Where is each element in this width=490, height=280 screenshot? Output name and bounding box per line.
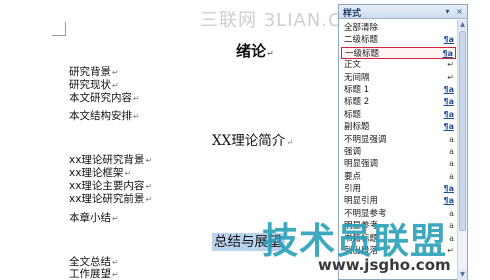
page-corner-mark <box>52 22 66 36</box>
styles-pane-titlebar[interactable]: 样式 ▾ × <box>339 5 467 19</box>
doc-line[interactable]: 研究背景↵ <box>69 66 119 79</box>
linked-style-icon: ¶a <box>442 48 454 58</box>
style-item-clear-all[interactable]: 全部清除 <box>341 22 456 34</box>
paragraph-style-icon: ↵ <box>447 60 454 70</box>
linked-style-icon: ¶a <box>443 84 455 94</box>
doc-line[interactable]: xx理论框架↵ <box>69 167 131 180</box>
styles-pane-scrollbar[interactable]: ▲ ▼ <box>457 20 467 280</box>
style-item-title[interactable]: 标题 ¶a <box>341 109 456 121</box>
right-margin <box>468 0 490 280</box>
style-item-subtle-emphasis[interactable]: 不明显强调 a <box>341 134 456 146</box>
doc-line[interactable]: 本章小结↵ <box>69 212 119 225</box>
styles-pane-title: 样式 <box>343 9 362 19</box>
linked-style-icon: ¶a <box>443 196 455 206</box>
scrollbar-thumb[interactable] <box>459 31 466 231</box>
doc-line[interactable]: xx理论研究前景↵ <box>69 193 152 206</box>
doc-line[interactable]: xx理论研究背景↵ <box>69 154 152 167</box>
doc-line[interactable]: 本文研究内容↵ <box>69 92 140 105</box>
heading-xx-theory[interactable]: XX理论简介↵ <box>212 133 293 151</box>
watermark-url: www.jsgho.com <box>318 256 451 274</box>
style-item-normal[interactable]: 正文 ↵ <box>341 59 456 71</box>
linked-style-icon: ¶a <box>443 122 455 132</box>
character-style-icon: a <box>449 159 454 169</box>
character-style-icon: a <box>449 146 454 156</box>
character-style-icon: a <box>449 171 454 181</box>
style-item-no-spacing[interactable]: 无间隔 ↵ <box>341 72 456 84</box>
scroll-down-arrow-icon[interactable]: ▼ <box>458 270 467 280</box>
doc-line[interactable]: 工作展望↵ <box>69 268 119 280</box>
style-item-emphasis[interactable]: 强调 a <box>341 146 456 158</box>
style-item-heading-1[interactable]: 标题 1 ¶a <box>341 84 456 96</box>
style-item-strong[interactable]: 要点 a <box>341 171 456 183</box>
style-item-subtitle[interactable]: 副标题 ¶a <box>341 121 456 133</box>
character-style-icon: a <box>449 134 454 144</box>
linked-style-icon: ¶a <box>443 109 455 119</box>
paragraph-style-icon: ↵ <box>447 72 454 82</box>
style-item-heading-level-1[interactable]: 一级标题 ¶a <box>341 46 456 60</box>
style-item-heading-level-2[interactable]: 二级标题 ¶a <box>341 34 456 46</box>
character-style-icon: a <box>449 233 454 243</box>
scroll-up-arrow-icon[interactable]: ▲ <box>458 20 467 30</box>
doc-line[interactable]: xx理论主要内容↵ <box>69 180 152 193</box>
linked-style-icon: ¶a <box>443 35 455 45</box>
character-style-icon: a <box>449 221 454 231</box>
linked-style-icon: ¶a <box>443 184 455 194</box>
character-style-icon: a <box>449 208 454 218</box>
close-icon[interactable]: × <box>454 6 465 17</box>
doc-line[interactable]: 本文结构安排↵ <box>69 110 140 123</box>
heading-introduction[interactable]: 绪论↵ <box>236 42 274 63</box>
linked-style-icon: ¶a <box>443 97 455 107</box>
style-item-intense-quote[interactable]: 明显引用 ¶a <box>341 195 456 207</box>
pane-options-icon[interactable]: ▾ <box>442 6 453 17</box>
style-item-intense-emphasis[interactable]: 明显强调 a <box>341 158 456 170</box>
style-item-quote[interactable]: 引用 ¶a <box>341 183 456 195</box>
style-item-heading-2[interactable]: 标题 2 ¶a <box>341 96 456 108</box>
doc-line[interactable]: 研究现状↵ <box>69 79 119 92</box>
